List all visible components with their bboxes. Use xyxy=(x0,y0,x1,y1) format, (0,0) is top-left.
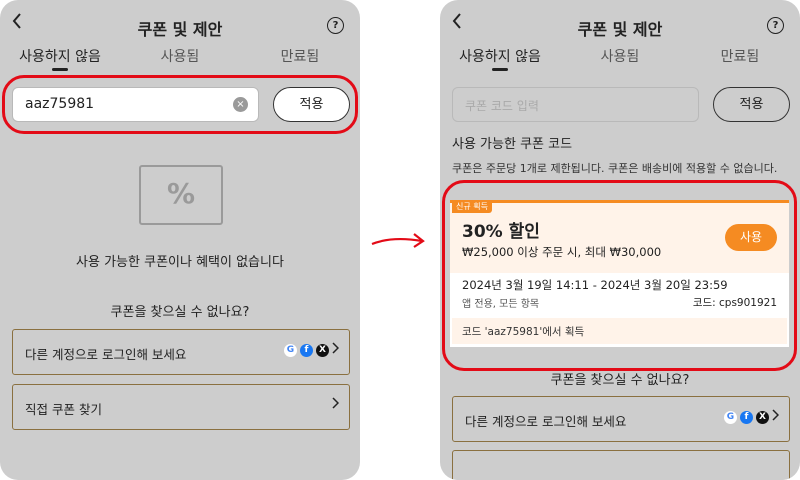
coupon-code-placeholder: 쿠폰 코드 입력 xyxy=(465,99,539,113)
chevron-right-icon xyxy=(332,397,340,413)
chevron-right-icon xyxy=(772,409,780,425)
coupon-limit-note: 쿠폰은 주문당 1개로 제한됩니다. 쿠폰은 배송비에 적용할 수 없습니다. xyxy=(452,162,778,175)
login-other-account-row[interactable]: 다른 계정으로 로그인해 보세요 G f X xyxy=(452,396,790,442)
help-icon[interactable]: ? xyxy=(767,17,784,34)
percent-coupon-icon: % xyxy=(139,165,223,225)
login-row-label: 다른 계정으로 로그인해 보세요 xyxy=(25,347,187,362)
tab-unused[interactable]: 사용하지 않음 xyxy=(440,46,560,66)
find-coupon-heading: 쿠폰을 찾으실 수 없나요? xyxy=(110,305,250,320)
tab-expired[interactable]: 만료됨 xyxy=(680,46,800,66)
chevron-right-icon xyxy=(332,342,340,358)
active-tab-indicator xyxy=(492,68,508,71)
left-screen: 쿠폰 및 제안 ? 사용하지 않음 사용됨 만료됨 aaz75981 × 적용 … xyxy=(0,0,360,480)
tab-used[interactable]: 사용됨 xyxy=(560,46,680,66)
header: 쿠폰 및 제안 ? xyxy=(0,0,360,44)
highlight-ring xyxy=(442,180,797,371)
login-row-label: 다른 계정으로 로그인해 보세요 xyxy=(465,414,627,429)
facebook-icon: f xyxy=(300,344,313,357)
x-icon: X xyxy=(756,411,769,424)
transition-arrow-icon xyxy=(370,226,430,260)
coupon-code-input[interactable]: 쿠폰 코드 입력 xyxy=(452,87,699,122)
tab-bar: 사용하지 않음 사용됨 만료됨 xyxy=(440,46,800,76)
apply-button[interactable]: 적용 xyxy=(713,87,790,122)
available-coupons-heading: 사용 가능한 쿠폰 코드 xyxy=(452,137,573,152)
find-coupon-heading: 쿠폰을 찾으실 수 없나요? xyxy=(550,373,690,388)
tab-unused[interactable]: 사용하지 않음 xyxy=(0,46,120,66)
google-icon: G xyxy=(284,344,297,357)
right-screen: 쿠폰 및 제안 ? 사용하지 않음 사용됨 만료됨 쿠폰 코드 입력 적용 사용… xyxy=(440,0,800,480)
x-icon: X xyxy=(316,344,329,357)
page-title: 쿠폰 및 제안 xyxy=(577,20,663,39)
help-icon[interactable]: ? xyxy=(327,17,344,34)
percent-glyph: % xyxy=(166,177,196,210)
tab-used[interactable]: 사용됨 xyxy=(120,46,240,66)
active-tab-indicator xyxy=(52,68,68,71)
tab-expired[interactable]: 만료됨 xyxy=(240,46,360,66)
direct-row-label: 직접 쿠폰 찾기 xyxy=(25,402,102,417)
google-icon: G xyxy=(724,411,737,424)
page-title: 쿠폰 및 제안 xyxy=(137,20,223,39)
login-other-account-row[interactable]: 다른 계정으로 로그인해 보세요 G f X xyxy=(12,329,350,375)
header: 쿠폰 및 제안 ? xyxy=(440,0,800,44)
facebook-icon: f xyxy=(740,411,753,424)
empty-message: 사용 가능한 쿠폰이나 혜택이 없습니다 xyxy=(76,255,284,270)
find-coupon-directly-row[interactable] xyxy=(452,450,790,480)
tab-bar: 사용하지 않음 사용됨 만료됨 xyxy=(0,46,360,76)
find-coupon-directly-row[interactable]: 직접 쿠폰 찾기 xyxy=(12,384,350,430)
highlight-ring xyxy=(2,75,358,134)
